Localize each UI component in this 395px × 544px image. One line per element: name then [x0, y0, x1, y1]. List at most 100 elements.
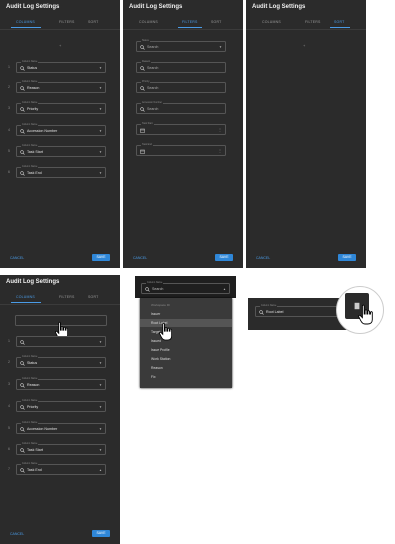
- save-button[interactable]: SAVE: [92, 530, 110, 537]
- dropdown-option[interactable]: Issued: [140, 337, 232, 345]
- field-label: Column Name: [21, 123, 39, 126]
- filter-task-end[interactable]: Task End ⋮: [136, 143, 226, 156]
- filter-priority[interactable]: Priority Search: [136, 80, 226, 93]
- tab-columns[interactable]: COLUMNS: [16, 20, 35, 24]
- filter-accession-number[interactable]: Accession Number Search: [136, 101, 226, 114]
- dropdown-option[interactable]: Target: [140, 328, 232, 336]
- tab-sort[interactable]: SORT: [211, 20, 221, 24]
- field-value: Task Start: [27, 448, 43, 453]
- chevron-down-icon[interactable]: ▼: [99, 427, 102, 431]
- filter-reason[interactable]: Reason Search: [136, 60, 226, 73]
- cancel-button[interactable]: CANCEL: [10, 256, 24, 260]
- field-label: Column Name: [21, 442, 39, 445]
- chevron-down-icon[interactable]: ▼: [99, 150, 102, 154]
- tab-columns[interactable]: COLUMNS: [16, 295, 35, 299]
- field-label: Task Start: [141, 122, 154, 125]
- tab-filters[interactable]: FILTERS: [59, 295, 75, 299]
- column-select[interactable]: Column Name Accession Number ▼: [16, 421, 106, 434]
- column-select[interactable]: ▼: [16, 336, 106, 347]
- column-select[interactable]: Column Name Status ▼: [16, 60, 106, 73]
- tab-filters[interactable]: FILTERS: [182, 20, 198, 24]
- chevron-down-icon[interactable]: ▼: [99, 340, 102, 344]
- add-column-button[interactable]: +: [59, 43, 61, 48]
- tab-filters[interactable]: FILTERS: [305, 20, 321, 24]
- chevron-down-icon[interactable]: ▼: [99, 405, 102, 409]
- column-select[interactable]: Column Name Priority ▼: [16, 101, 106, 114]
- search-icon: [20, 171, 25, 176]
- dropdown-demo: Column Name Search ▲: [135, 276, 236, 298]
- cancel-button[interactable]: CANCEL: [256, 256, 270, 260]
- dialog-title: Audit Log Settings: [252, 4, 306, 10]
- dropdown-option[interactable]: Issuer: [140, 310, 232, 318]
- column-select[interactable]: Column Name Status ▼: [16, 355, 106, 368]
- search-icon: [20, 86, 25, 91]
- column-select[interactable]: Column Name Reason ▼: [16, 377, 106, 390]
- dropdown-option[interactable]: Reason: [140, 364, 232, 372]
- column-row: 1 ▼: [0, 336, 120, 347]
- chevron-down-icon[interactable]: ▼: [99, 361, 102, 365]
- tab-sort[interactable]: SORT: [88, 295, 98, 299]
- field-label: Column Name: [21, 165, 39, 168]
- dropdown-option[interactable]: Work Station: [140, 355, 232, 363]
- tab-columns[interactable]: COLUMNS: [262, 20, 281, 24]
- chevron-down-icon[interactable]: ▼: [99, 86, 102, 90]
- tab-sort[interactable]: SORT: [88, 20, 98, 24]
- filters-panel: Audit Log Settings COLUMNS FILTERS SORT …: [123, 0, 243, 268]
- filter-status[interactable]: Status Search ▼: [136, 39, 226, 52]
- chevron-down-icon[interactable]: ▼: [219, 45, 222, 49]
- calendar-icon[interactable]: [140, 128, 145, 133]
- dialog-title: Audit Log Settings: [6, 279, 60, 285]
- divider: [0, 304, 120, 305]
- field-value: Priority: [27, 107, 39, 112]
- column-select[interactable]: Column Name Task End ▼: [16, 165, 106, 178]
- field-label: Column Name: [21, 60, 39, 63]
- chevron-down-icon[interactable]: ▲: [99, 468, 102, 472]
- chevron-down-icon[interactable]: ▼: [99, 66, 102, 70]
- search-icon: [259, 310, 264, 315]
- dropdown-option: Workspace ID: [151, 303, 170, 307]
- tab-sort[interactable]: SORT: [334, 20, 344, 24]
- search-icon: [140, 66, 145, 71]
- more-vert-icon[interactable]: ⋮: [218, 148, 222, 153]
- tab-filters[interactable]: FILTERS: [59, 20, 75, 24]
- cancel-button[interactable]: CANCEL: [10, 532, 24, 536]
- field-label: Column Name: [21, 377, 39, 380]
- column-select[interactable]: Column Name Accession Number ▼: [16, 123, 106, 136]
- field-value[interactable]: Search: [152, 287, 163, 291]
- column-select[interactable]: Column Name Task Start ▼: [16, 144, 106, 157]
- more-vert-icon[interactable]: ⋮: [218, 127, 222, 132]
- column-select[interactable]: Column Name Task End ▲: [16, 462, 106, 475]
- chevron-down-icon[interactable]: ▼: [99, 383, 102, 387]
- field-value: Task End: [27, 171, 42, 176]
- filter-task-start[interactable]: Task Start ⋮: [136, 122, 226, 135]
- row-index: 2: [8, 360, 10, 364]
- search-icon: [20, 340, 25, 345]
- column-select[interactable]: Column Name Task Start ▼: [16, 442, 106, 455]
- divider: [246, 29, 366, 30]
- chevron-up-icon[interactable]: ▲: [223, 287, 226, 291]
- column-row: 6 Column Name Task Start ▼: [0, 442, 120, 455]
- dropdown-option[interactable]: Issue Profile: [140, 346, 232, 354]
- save-button[interactable]: SAVE: [338, 254, 356, 261]
- field-label: Column Name: [21, 101, 39, 104]
- chevron-down-icon[interactable]: ▼: [99, 448, 102, 452]
- chevron-down-icon[interactable]: ▼: [99, 129, 102, 133]
- cancel-button[interactable]: CANCEL: [133, 256, 147, 260]
- dropdown-option[interactable]: Fix: [140, 373, 232, 381]
- column-row: 3 Column Name Priority ▼: [0, 101, 120, 114]
- column-row: 3 Column Name Reason ▼: [0, 377, 120, 390]
- column-row: 4 Column Name Accession Number ▼: [0, 123, 120, 136]
- chevron-down-icon[interactable]: ▼: [99, 171, 102, 175]
- save-button[interactable]: SAVE: [215, 254, 233, 261]
- calendar-icon[interactable]: [140, 149, 145, 154]
- add-sort-button[interactable]: +: [303, 43, 305, 48]
- column-select[interactable]: Column Name Search ▲: [141, 281, 230, 294]
- tab-columns[interactable]: COLUMNS: [139, 20, 158, 24]
- field-label: Column Name: [21, 355, 39, 358]
- chevron-down-icon[interactable]: ▼: [99, 107, 102, 111]
- column-row: 6 Column Name Task End ▼: [0, 165, 120, 178]
- save-button[interactable]: SAVE: [92, 254, 110, 261]
- dropdown-option[interactable]: Root Label: [140, 319, 232, 327]
- column-select[interactable]: Column Name Priority ▼: [16, 399, 106, 412]
- column-select[interactable]: Column Name Reason ▼: [16, 80, 106, 93]
